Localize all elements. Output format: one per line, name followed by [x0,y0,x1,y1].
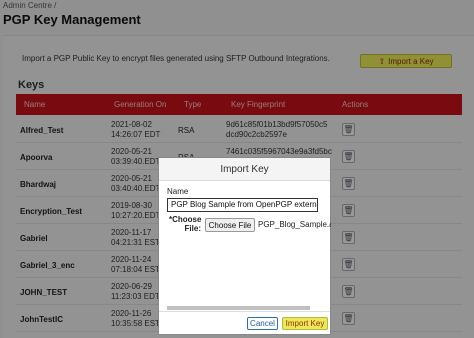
dialog-divider [159,311,330,312]
dialog-title: Import Key [159,158,330,181]
import-key-button[interactable]: Import Key [282,317,328,330]
choose-file-button[interactable]: Choose File [205,218,255,232]
key-name-input[interactable]: PGP Blog Sample from OpenPGP external [167,198,318,212]
name-label: Name [167,187,189,196]
cancel-button[interactable]: Cancel [247,317,278,330]
selected-file-name: PGP_Blog_Sample.asc [258,220,331,229]
scrollbar-thumb[interactable] [167,306,310,310]
horizontal-scrollbar[interactable] [167,306,310,310]
choose-file-label: *Choose File: [169,215,202,233]
import-key-dialog: Import Key Name PGP Blog Sample from Ope… [158,157,331,335]
